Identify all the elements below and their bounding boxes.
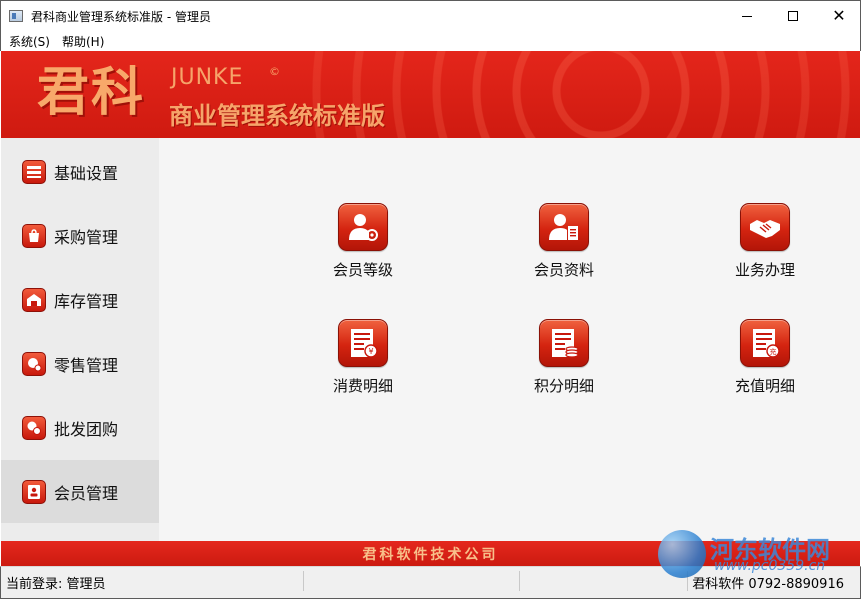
points-detail-icon: [539, 319, 589, 367]
sidebar-item-purchase[interactable]: 采购管理: [1, 204, 159, 267]
menu-help[interactable]: 帮助(H): [62, 33, 104, 50]
logo-chinese: 君科: [37, 62, 146, 123]
tile-business[interactable]: 业务办理: [705, 203, 825, 293]
svg-text:¥: ¥: [368, 347, 373, 356]
tile-label: 充值明细: [734, 377, 795, 395]
sidebar-item-member[interactable]: 会员管理: [1, 460, 159, 523]
close-button[interactable]: ✕: [816, 1, 861, 31]
warehouse-icon: [22, 287, 46, 312]
logo-english: JUNKE: [171, 65, 244, 90]
close-icon: ✕: [832, 6, 846, 25]
tile-label: 积分明细: [533, 377, 594, 395]
app-icon: [9, 10, 23, 22]
consumption-detail-icon: ¥: [338, 319, 388, 367]
sidebar-item-label: 采购管理: [54, 227, 119, 247]
sidebar: 基础设置 采购管理 库存管理 零售管理 批发团购 会员管理: [1, 138, 159, 541]
tile-points-detail[interactable]: 积分明细: [504, 319, 624, 409]
window-title: 君科商业管理系统标准版 - 管理员: [31, 10, 211, 24]
watermark: 河东软件网 www.pc0359.cn: [658, 530, 858, 580]
sidebar-item-basic-settings[interactable]: 基础设置: [1, 140, 159, 203]
copyright-mark: ©: [269, 65, 280, 78]
minimize-button[interactable]: [724, 1, 770, 31]
sidebar-item-inventory[interactable]: 库存管理: [1, 268, 159, 331]
maximize-button[interactable]: [770, 1, 816, 31]
sidebar-item-label: 会员管理: [54, 483, 119, 503]
status-divider: [519, 571, 520, 591]
settings-icon: [22, 159, 46, 184]
watermark-logo-icon: [658, 530, 706, 578]
handshake-icon: [740, 203, 790, 251]
main-panel: 会员等级 会员资料 业务办理 ¥ 消费明细 积分明细 充 充值明细: [159, 138, 860, 541]
wholesale-icon: [22, 415, 46, 440]
tile-label: 会员等级: [332, 261, 393, 279]
sidebar-item-label: 库存管理: [54, 291, 119, 311]
tile-label: 消费明细: [332, 377, 393, 395]
tile-label: 会员资料: [533, 261, 594, 279]
member-profile-icon: [539, 203, 589, 251]
member-icon: [22, 479, 46, 504]
tile-label: 业务办理: [734, 261, 795, 279]
watermark-url: www.pc0359.cn: [714, 558, 826, 574]
sidebar-item-retail[interactable]: 零售管理: [1, 332, 159, 395]
member-level-icon: [338, 203, 388, 251]
tile-recharge-detail[interactable]: 充 充值明细: [705, 319, 825, 409]
recharge-detail-icon: 充: [740, 319, 790, 367]
sidebar-item-label: 零售管理: [54, 355, 119, 375]
sidebar-item-label: 批发团购: [54, 419, 119, 439]
retail-icon: [22, 351, 46, 376]
minimize-icon: [742, 15, 752, 17]
title-bar: 君科商业管理系统标准版 - 管理员 ✕: [0, 0, 861, 30]
purchase-icon: [22, 223, 46, 248]
menu-bar: 系统(S) 帮助(H): [0, 30, 861, 51]
maximize-icon: [788, 11, 798, 21]
status-login: 当前登录: 管理员: [6, 577, 106, 592]
tile-member-profile[interactable]: 会员资料: [504, 203, 624, 293]
menu-system[interactable]: 系统(S): [9, 33, 50, 50]
banner-subtitle: 商业管理系统标准版: [169, 102, 385, 130]
status-divider: [303, 571, 304, 591]
tile-consumption-detail[interactable]: ¥ 消费明细: [303, 319, 423, 409]
sidebar-item-wholesale[interactable]: 批发团购: [1, 396, 159, 459]
svg-text:充: 充: [770, 347, 777, 356]
header-banner: 君科 JUNKE © 商业管理系统标准版: [1, 51, 860, 138]
sidebar-item-label: 基础设置: [54, 163, 119, 183]
tile-member-level[interactable]: 会员等级: [303, 203, 423, 293]
